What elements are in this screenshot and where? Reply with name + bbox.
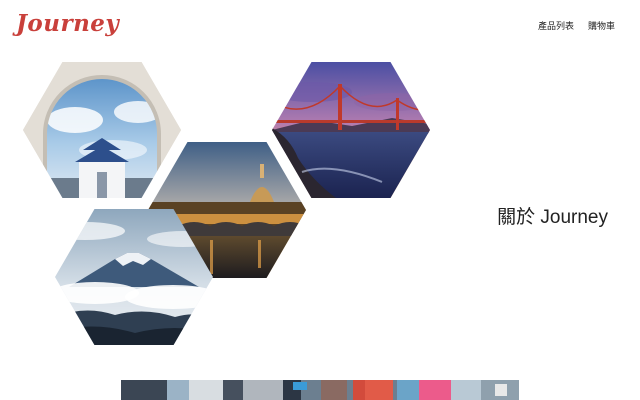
top-nav: 產品列表 購物車 <box>538 22 615 31</box>
brand-logo[interactable]: Journey <box>16 12 119 35</box>
nav-cart[interactable]: 購物車 <box>588 22 615 31</box>
about-heading: 關於 Journey <box>497 207 608 228</box>
memorial-hall-arch-photo <box>23 62 181 198</box>
city-street-photo <box>121 380 519 400</box>
golden-gate-sunset-photo <box>272 62 430 198</box>
nav-product-list[interactable]: 產品列表 <box>538 22 574 31</box>
page: Journey 產品列表 購物車 關於 Journey <box>0 0 640 400</box>
